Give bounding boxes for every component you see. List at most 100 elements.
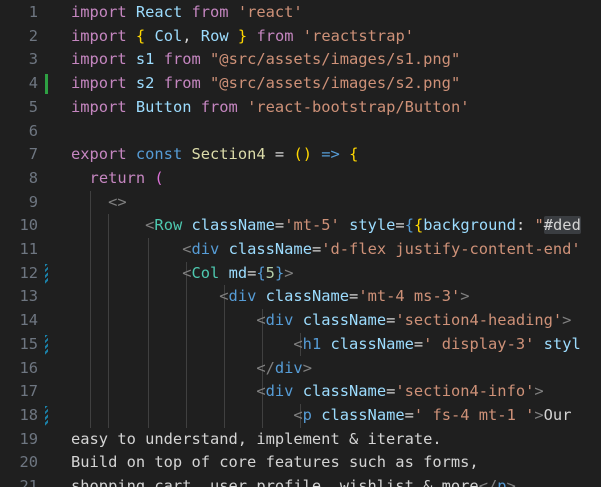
code-line[interactable]: 16 </div> xyxy=(0,357,601,381)
code-token: className xyxy=(191,216,275,235)
code-token: Build on top of core features such as fo… xyxy=(71,453,479,472)
code-token: p xyxy=(302,405,322,424)
code-editor[interactable]: 1 import React from 'react' 2 import { Col,… xyxy=(0,0,601,487)
code-line[interactable]: 21 shopping cart, user profile, wishlist … xyxy=(0,475,601,487)
code-token: > xyxy=(506,477,516,487)
line-code[interactable]: <Row className='mt-5' style={{background… xyxy=(71,214,581,238)
code-line[interactable]: 5 import Button from 'react-bootstrap/But… xyxy=(0,96,601,120)
line-code[interactable]: export const Section4 = () => { xyxy=(71,143,358,167)
code-token: 'reactstrap' xyxy=(302,26,414,45)
line-code[interactable]: easy to understand, implement & iterate. xyxy=(71,428,442,452)
code-token: <> xyxy=(108,192,127,211)
code-token: Col xyxy=(154,26,183,45)
line-code[interactable]: <div className='d-flex justify-content-e… xyxy=(71,238,581,262)
line-code[interactable]: <Col md={5}> xyxy=(71,262,293,286)
line-code[interactable]: <div className='section4-info'> xyxy=(71,380,543,404)
code-token: from xyxy=(256,26,303,45)
code-line[interactable]: 10 <Row className='mt-5' style={{backgro… xyxy=(0,214,601,238)
code-token: = xyxy=(386,382,396,401)
code-token: = xyxy=(265,145,294,164)
code-line[interactable]: 11 <div className='d-flex justify-conten… xyxy=(0,238,601,262)
code-token: s1 xyxy=(135,50,164,69)
code-token: } xyxy=(274,263,285,282)
code-token: p xyxy=(497,477,507,487)
code-line[interactable]: 15 <h1 className=' display-3' styl xyxy=(0,333,601,357)
code-token: > xyxy=(562,311,572,330)
code-token: 'mt-4 ms-3' xyxy=(358,287,461,306)
code-token: import xyxy=(71,50,136,69)
code-line[interactable]: 2 import { Col, Row } from 'reactstrap' xyxy=(0,25,601,49)
line-code[interactable]: import React from 'react' xyxy=(71,1,303,25)
code-token: < xyxy=(256,382,266,401)
code-token: easy to understand, implement & iterate. xyxy=(71,429,442,448)
gutter-added-marker[interactable] xyxy=(45,74,48,95)
code-token: import xyxy=(71,26,136,45)
code-line[interactable]: 4 import s2 from "@src/assets/images/s2.p… xyxy=(0,72,601,96)
line-number: 5 xyxy=(28,97,38,116)
code-line[interactable]: 17 <div className='section4-info'> xyxy=(0,380,601,404)
code-token: "@src/assets/images/s1.png" xyxy=(210,50,461,69)
line-number: 17 xyxy=(19,382,38,401)
line-code[interactable]: return ( xyxy=(71,167,164,191)
code-line[interactable]: 7 export const Section4 = () => { xyxy=(0,143,601,167)
gutter-modified-marker[interactable] xyxy=(45,334,48,355)
code-line[interactable]: 19 easy to understand, implement & iterat… xyxy=(0,428,601,452)
code-line[interactable]: 8 return ( xyxy=(0,167,601,191)
line-number: 4 xyxy=(28,74,38,93)
code-token: = xyxy=(413,334,424,353)
code-token: > xyxy=(302,358,312,377)
line-code[interactable]: <div className='mt-4 ms-3'> xyxy=(71,285,469,309)
line-code[interactable]: <div className='section4-heading'> xyxy=(71,309,571,333)
line-code[interactable]: shopping cart, user profile, wishlist & … xyxy=(71,475,516,487)
code-token: 'mt-5' xyxy=(284,216,340,235)
code-token: div xyxy=(191,240,229,258)
line-code[interactable]: import s1 from "@src/assets/images/s1.pn… xyxy=(71,48,460,72)
line-number: 9 xyxy=(28,192,38,211)
code-token: from xyxy=(163,74,211,93)
line-code[interactable]: import Button from 'react-bootstrap/Butt… xyxy=(71,96,469,120)
code-line[interactable]: 14 <div className='section4-heading'> xyxy=(0,309,601,333)
code-token: className xyxy=(265,287,350,306)
code-token: Row xyxy=(200,26,229,45)
code-token: ' display-3' xyxy=(423,334,535,353)
line-number: 8 xyxy=(28,168,38,187)
line-code[interactable]: <h1 className=' display-3' styl xyxy=(71,333,580,357)
gutter-modified-marker[interactable] xyxy=(45,405,48,426)
code-line[interactable]: 20 Build on top of core features such as … xyxy=(0,451,601,475)
line-number: 19 xyxy=(19,429,38,448)
code-token: import xyxy=(71,97,136,116)
line-code[interactable]: import s2 from "@src/assets/images/s2.pn… xyxy=(71,72,460,96)
line-code[interactable]: import { Col, Row } from 'reactstrap' xyxy=(71,25,414,49)
code-token: md xyxy=(228,263,248,282)
code-line[interactable]: 13 <div className='mt-4 ms-3'> xyxy=(0,285,601,309)
line-code[interactable]: </div> xyxy=(71,357,312,381)
code-token: 'd-flex justify-content-end' xyxy=(321,240,581,258)
code-token: = xyxy=(247,263,257,282)
code-token: 'react' xyxy=(237,3,303,21)
gutter-modified-marker[interactable] xyxy=(45,263,48,284)
line-number: 13 xyxy=(19,287,38,306)
code-token: style xyxy=(349,216,396,235)
line-code[interactable]: <> xyxy=(71,191,127,215)
code-token: ( xyxy=(154,168,164,187)
code-token: = xyxy=(395,216,405,235)
code-line[interactable]: 12 <Col md={5}> xyxy=(0,262,601,286)
code-line[interactable]: 9 <> xyxy=(0,191,601,215)
code-line[interactable]: 1 import React from 'react' xyxy=(0,1,601,25)
code-line[interactable]: 6 xyxy=(0,120,601,144)
code-token: Col xyxy=(191,263,229,282)
code-line[interactable]: 18 <p className=' fs-4 mt-1 '>Our xyxy=(0,404,601,428)
code-token: React xyxy=(135,3,192,21)
line-code[interactable]: Build on top of core features such as fo… xyxy=(71,451,479,475)
code-line[interactable]: 3 import s1 from "@src/assets/images/s1.p… xyxy=(0,48,601,72)
code-token: className xyxy=(321,405,405,424)
line-code[interactable]: <p className=' fs-4 mt-1 '>Our xyxy=(71,404,571,428)
code-token: Section4 xyxy=(191,145,266,164)
